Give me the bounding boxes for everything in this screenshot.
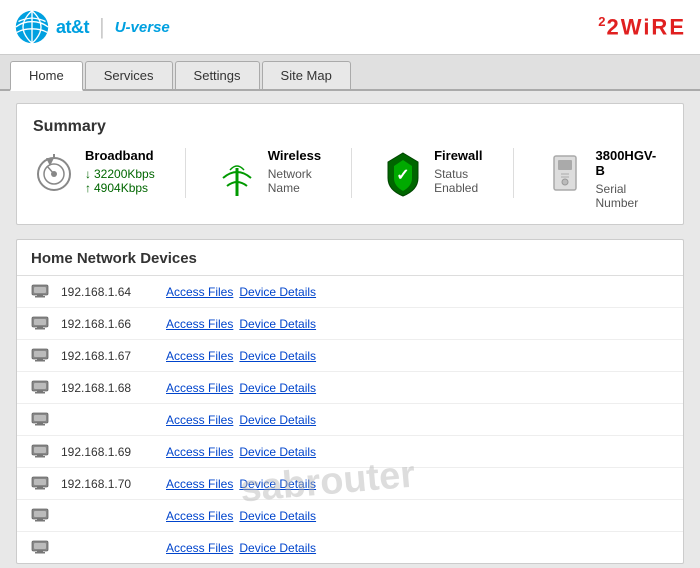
summary-wireless: Wireless Network Name	[216, 148, 352, 198]
wireless-title: Wireless	[268, 148, 321, 163]
devices-list: 192.168.1.64 Access Files Device Details 1…	[17, 276, 683, 563]
access-files-link[interactable]: Access Files	[166, 413, 233, 427]
broadband-down: ↓ 32200Kbps	[85, 167, 155, 181]
device-details-link[interactable]: Device Details	[239, 317, 316, 331]
table-row: Access Files Device Details	[17, 404, 683, 436]
tab-home[interactable]: Home	[10, 61, 83, 91]
device-nic-icon	[31, 313, 51, 334]
device-details-link[interactable]: Device Details	[239, 445, 316, 459]
access-files-link[interactable]: Access Files	[166, 541, 233, 555]
device-links: Access Files Device Details	[166, 317, 316, 331]
main-content: sabrouter Summary Broadband	[0, 91, 700, 568]
firewall-status-label: Status	[434, 167, 482, 181]
device-links: Access Files Device Details	[166, 477, 316, 491]
summary-firewall: ✓ Firewall Status Enabled	[382, 148, 513, 198]
table-row: 192.168.1.64 Access Files Device Details	[17, 276, 683, 308]
device-details-link[interactable]: Device Details	[239, 285, 316, 299]
access-files-link[interactable]: Access Files	[166, 445, 233, 459]
access-files-link[interactable]: Access Files	[166, 381, 233, 395]
broadband-icon	[33, 148, 75, 198]
table-row: 192.168.1.67 Access Files Device Details	[17, 340, 683, 372]
devices-section: Home Network Devices 192.168.1.64 Access …	[16, 239, 684, 564]
table-row: Access Files Device Details	[17, 500, 683, 532]
svg-text:✓: ✓	[396, 167, 409, 184]
summary-section: Summary Broadband ↓	[16, 103, 684, 225]
device-links: Access Files Device Details	[166, 541, 316, 555]
access-files-link[interactable]: Access Files	[166, 509, 233, 523]
devices-title: Home Network Devices	[17, 240, 683, 276]
device-nic-icon	[31, 377, 51, 398]
device-details-link[interactable]: Device Details	[239, 349, 316, 363]
device-ip: 192.168.1.68	[61, 381, 156, 395]
device-links: Access Files Device Details	[166, 285, 316, 299]
att-brand: at&t	[56, 17, 89, 38]
tab-settings[interactable]: Settings	[175, 61, 260, 89]
summary-broadband: Broadband ↓ 32200Kbps ↑ 4904Kbps	[33, 148, 186, 198]
device-nic-icon	[31, 281, 51, 302]
device-details-link[interactable]: Device Details	[239, 381, 316, 395]
device-links: Access Files Device Details	[166, 509, 316, 523]
device-details-link[interactable]: Device Details	[239, 509, 316, 523]
device-ip: 192.168.1.66	[61, 317, 156, 331]
att-logo: at&t | U-verse	[14, 9, 170, 45]
firewall-icon: ✓	[382, 148, 424, 198]
wireless-name-label: Name	[268, 181, 321, 195]
device-links: Access Files Device Details	[166, 381, 316, 395]
device-details-link[interactable]: Device Details	[239, 413, 316, 427]
table-row: 192.168.1.68 Access Files Device Details	[17, 372, 683, 404]
device-ip: 192.168.1.64	[61, 285, 156, 299]
att-globe-icon	[14, 9, 50, 45]
device-links: Access Files Device Details	[166, 445, 316, 459]
device-ip: 192.168.1.67	[61, 349, 156, 363]
summary-title: Summary	[33, 118, 667, 136]
device-nic-icon	[31, 537, 51, 558]
device-nic-icon	[31, 345, 51, 366]
access-files-link[interactable]: Access Files	[166, 349, 233, 363]
summary-device: 3800HGV-B Serial Number	[544, 148, 687, 210]
nav-tabs: Home Services Settings Site Map	[0, 55, 700, 91]
device-details-link[interactable]: Device Details	[239, 477, 316, 491]
up-arrow-icon: ↑	[85, 181, 91, 195]
device-ip: 192.168.1.69	[61, 445, 156, 459]
wireless-info: Wireless Network Name	[268, 148, 321, 195]
firewall-info: Firewall Status Enabled	[434, 148, 482, 195]
broadband-info: Broadband ↓ 32200Kbps ↑ 4904Kbps	[85, 148, 155, 195]
firewall-title: Firewall	[434, 148, 482, 163]
header: at&t | U-verse 22WiRE	[0, 0, 700, 55]
broadband-title: Broadband	[85, 148, 155, 163]
access-files-link[interactable]: Access Files	[166, 477, 233, 491]
device-details-link[interactable]: Device Details	[239, 541, 316, 555]
table-row: 192.168.1.69 Access Files Device Details	[17, 436, 683, 468]
separator: |	[99, 14, 105, 40]
device-model-info: 3800HGV-B Serial Number	[596, 148, 657, 210]
device-ip: 192.168.1.70	[61, 477, 156, 491]
serial-label: Serial	[596, 182, 657, 196]
wireless-network-label: Network	[268, 167, 321, 181]
device-nic-icon	[31, 473, 51, 494]
tab-services[interactable]: Services	[85, 61, 173, 89]
table-row: 192.168.1.66 Access Files Device Details	[17, 308, 683, 340]
2wire-logo: 22WiRE	[598, 14, 686, 40]
device-model-title: 3800HGV-B	[596, 148, 657, 178]
device-nic-icon	[31, 505, 51, 526]
access-files-link[interactable]: Access Files	[166, 317, 233, 331]
summary-items: Broadband ↓ 32200Kbps ↑ 4904Kbps	[33, 148, 667, 210]
device-links: Access Files Device Details	[166, 413, 316, 427]
wireless-icon	[216, 148, 258, 198]
device-nic-icon	[31, 441, 51, 462]
device-nic-icon	[31, 409, 51, 430]
tab-sitemap[interactable]: Site Map	[262, 61, 351, 89]
table-row: 192.168.1.70 Access Files Device Details	[17, 468, 683, 500]
number-label: Number	[596, 196, 657, 210]
broadband-up: ↑ 4904Kbps	[85, 181, 155, 195]
firewall-enabled-label: Enabled	[434, 181, 482, 195]
access-files-link[interactable]: Access Files	[166, 285, 233, 299]
device-links: Access Files Device Details	[166, 349, 316, 363]
down-arrow-icon: ↓	[85, 167, 91, 181]
product-name: U-verse	[115, 19, 170, 36]
table-row: Access Files Device Details	[17, 532, 683, 563]
device-icon	[544, 148, 586, 198]
